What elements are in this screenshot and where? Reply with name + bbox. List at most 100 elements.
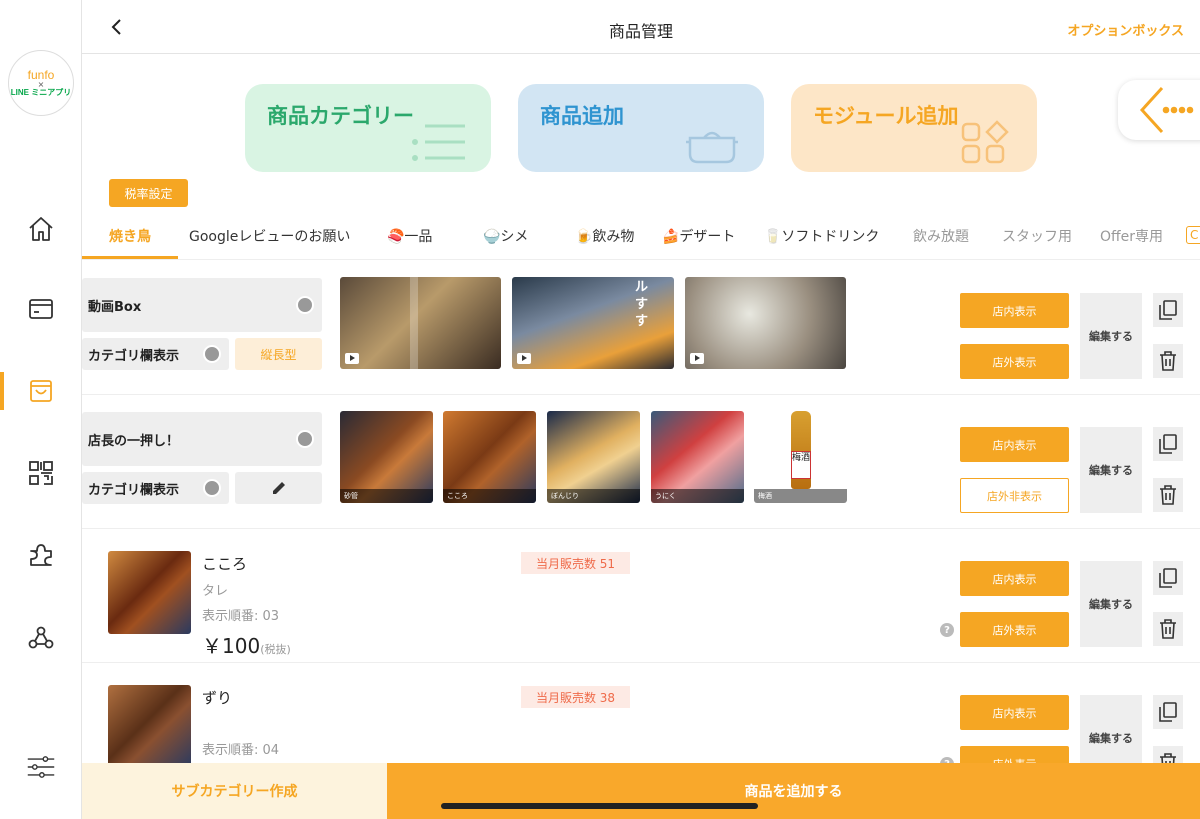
edit-button[interactable]: 編集する	[1080, 293, 1142, 379]
sidebar: funfo × LINE ミニアプリ	[0, 0, 82, 819]
edit-button[interactable]: 編集する	[1080, 695, 1142, 763]
nav-products[interactable]	[0, 368, 82, 414]
qr-icon	[29, 461, 53, 485]
product-order: 表示順番: 03	[202, 609, 280, 624]
add-product-button[interactable]: 商品を追加する	[387, 763, 1200, 819]
module-toggle[interactable]	[296, 430, 314, 448]
copy-button[interactable]	[1153, 427, 1183, 461]
monthly-sales-badge: 当月販売数 38	[521, 686, 630, 708]
chevron-left-dots-icon	[1139, 86, 1194, 134]
tab-shime[interactable]: 🍚シメ	[483, 226, 528, 246]
in-store-display-button[interactable]: 店内表示	[960, 561, 1069, 596]
nav-card[interactable]	[0, 286, 82, 332]
copy-button[interactable]	[1153, 293, 1183, 327]
nav-qr[interactable]	[0, 450, 82, 496]
out-store-hidden-button[interactable]: 店外非表示	[960, 478, 1069, 513]
product-sauce: タレ	[202, 584, 229, 599]
funfo-line-logo[interactable]: funfo × LINE ミニアプリ	[8, 50, 74, 116]
product-category-card[interactable]: 商品カテゴリー	[245, 84, 491, 172]
category-display-label: カテゴリ欄表示	[88, 482, 180, 498]
nav-network[interactable]	[0, 614, 82, 660]
nav-settings[interactable]	[0, 744, 82, 790]
video-thumbnail[interactable]	[340, 277, 501, 369]
option-box-link[interactable]: オプションボックス	[1067, 20, 1184, 39]
out-store-display-button[interactable]: 店外表示	[960, 344, 1069, 379]
trash-icon	[1160, 351, 1176, 371]
copy-icon	[1159, 434, 1177, 454]
delete-button[interactable]	[1153, 612, 1183, 646]
edit-button[interactable]: 編集する	[1080, 561, 1142, 647]
delete-button[interactable]	[1153, 344, 1183, 378]
product-price: ￥100(税抜)	[202, 630, 291, 659]
more-cards-button[interactable]	[1118, 80, 1200, 140]
delete-button[interactable]	[1153, 478, 1183, 512]
network-icon	[28, 626, 54, 649]
module-title: 店長の一押し！	[88, 433, 180, 449]
tax-note: (税抜)	[260, 643, 291, 656]
product-thumbnail[interactable]: 梅酒 梅酒	[754, 411, 847, 503]
tab-google-review[interactable]: Googleレビューのお願い	[189, 226, 350, 246]
trash-icon	[1160, 485, 1176, 505]
pencil-icon	[272, 482, 285, 494]
product-thumbnail[interactable]: こころ	[443, 411, 536, 503]
active-tab-indicator	[82, 256, 178, 259]
product-thumbnail[interactable]: 砂管	[340, 411, 433, 503]
trash-icon	[1160, 619, 1176, 639]
in-store-display-button[interactable]: 店内表示	[960, 427, 1069, 462]
copy-button[interactable]	[1153, 695, 1183, 729]
category-tabs: 焼き鳥 Googleレビューのお願い 🍣一品 🍚シメ 🍺飲み物 🍰デザート 🥛ソ…	[82, 212, 1200, 260]
product-thumbnail[interactable]: ぼんじり	[547, 411, 640, 503]
thumbnail-caption: ぼんじり	[547, 489, 640, 503]
in-store-display-button[interactable]: 店内表示	[960, 293, 1069, 328]
tab-dessert[interactable]: 🍰デザート	[662, 226, 735, 246]
edit-button[interactable]: 編集する	[1080, 427, 1142, 513]
copy-button[interactable]	[1153, 561, 1183, 595]
module-title: 動画Box	[88, 299, 142, 315]
tab-nomihoudai[interactable]: 飲み放題	[913, 226, 969, 246]
product-row[interactable]: ずり 表示順番: 04 当月販売数 38 ? 店内表示 店外表示 編集する	[82, 663, 1200, 763]
tab-offer[interactable]: Offer専用	[1100, 226, 1163, 246]
bottle-label: 梅酒	[791, 451, 811, 479]
copy-icon	[1159, 568, 1177, 588]
tab-soft-drink[interactable]: 🥛ソフトドリンク	[764, 226, 879, 246]
product-row[interactable]: こころ タレ 表示順番: 03 ￥100(税抜) 当月販売数 51 ? 店内表示…	[82, 529, 1200, 663]
category-display-box: カテゴリ欄表示	[82, 338, 229, 370]
copy-icon	[1159, 300, 1177, 320]
add-module-card[interactable]: モジュール追加	[791, 84, 1037, 172]
tab-staff[interactable]: スタッフ用	[1002, 226, 1072, 246]
tax-setting-button[interactable]: 税率設定	[109, 179, 188, 207]
tab-drinks[interactable]: 🍺飲み物	[575, 226, 634, 246]
category-display-box: カテゴリ欄表示	[82, 472, 229, 504]
video-overlay-text: す	[635, 297, 649, 312]
category-display-toggle[interactable]	[203, 345, 221, 363]
module-toggle[interactable]	[296, 296, 314, 314]
price-value: ￥100	[202, 634, 261, 658]
product-thumbnail[interactable]: うにく	[651, 411, 744, 503]
tab-overflow[interactable]: C	[1186, 226, 1200, 244]
module-title-box: 動画Box	[82, 278, 322, 332]
category-display-toggle[interactable]	[203, 479, 221, 497]
nav-puzzle[interactable]	[0, 532, 82, 578]
delete-button[interactable]	[1153, 746, 1183, 763]
create-subcategory-button[interactable]: サブカテゴリー作成	[82, 763, 387, 819]
module-title-box: 店長の一押し！	[82, 412, 322, 466]
video-thumbnail[interactable]: ル す す	[512, 277, 674, 369]
video-thumbnail[interactable]	[685, 277, 846, 369]
out-store-display-button[interactable]: 店外表示	[960, 612, 1069, 647]
edit-module-button[interactable]	[235, 472, 322, 504]
tab-yakitori[interactable]: 焼き鳥	[109, 226, 151, 246]
help-icon[interactable]: ?	[940, 623, 954, 637]
out-store-display-button[interactable]: 店外表示	[960, 746, 1069, 763]
thumbnail-caption: 梅酒	[754, 489, 847, 503]
video-play-icon	[345, 353, 359, 364]
product-name: ずり	[202, 689, 233, 707]
add-product-card[interactable]: 商品追加	[518, 84, 764, 172]
in-store-display-button[interactable]: 店内表示	[960, 695, 1069, 730]
module-row-recommend: 店長の一押し！ カテゴリ欄表示 砂管 こころ ぼんじり うにく 梅酒 梅酒 店内…	[82, 395, 1200, 529]
style-tag[interactable]: 縦長型	[235, 338, 322, 370]
nav-home[interactable]	[0, 206, 82, 252]
tab-ippin[interactable]: 🍣一品	[387, 226, 432, 246]
module-row-video-box: 動画Box カテゴリ欄表示 縦長型 ル す す 店内表示 店外表示 編集する	[82, 261, 1200, 395]
pot-icon	[686, 131, 738, 164]
product-image	[108, 551, 191, 634]
